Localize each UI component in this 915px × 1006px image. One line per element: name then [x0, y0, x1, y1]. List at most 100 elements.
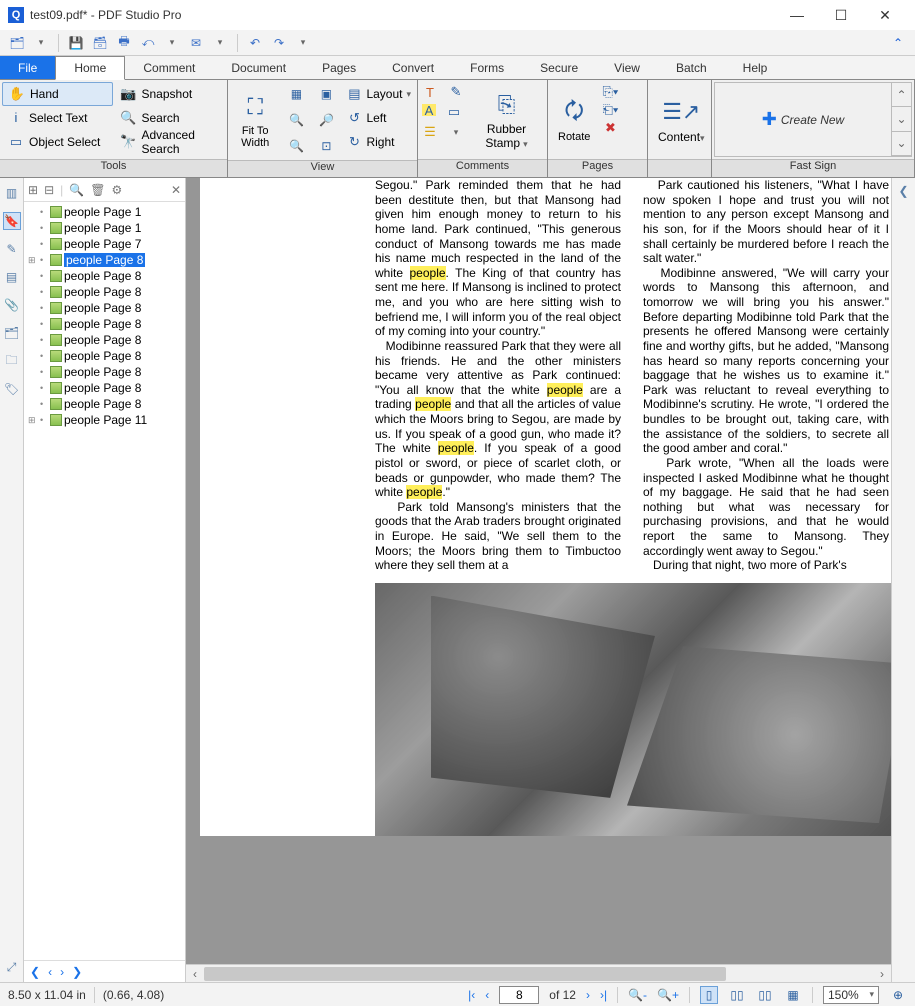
find-bookmark-icon[interactable]: 🔍	[69, 183, 84, 197]
panel-prev-icon[interactable]: ‹	[48, 965, 52, 979]
options-icon[interactable]: ⚙	[111, 183, 122, 197]
bookmarks-panel-icon[interactable]: 🔖	[3, 212, 21, 230]
save-icon[interactable]: 💾	[65, 33, 87, 53]
undo-icon[interactable]: ↶	[244, 33, 266, 53]
menu-view[interactable]: View	[596, 56, 658, 79]
facing-continuous-view-icon[interactable]: ▦	[784, 986, 802, 1004]
select-text-tool[interactable]: ᎥSelect Text	[2, 106, 113, 130]
delete-bookmark-icon[interactable]: 🗑	[90, 183, 105, 197]
bookmark-item[interactable]: •people Page 8	[24, 316, 185, 332]
panel-next-icon[interactable]: ›	[60, 965, 64, 979]
bookmark-item[interactable]: •people Page 8	[24, 268, 185, 284]
bookmark-item[interactable]: •people Page 1	[24, 220, 185, 236]
minimize-button[interactable]: —	[775, 1, 819, 29]
collapse-ribbon-icon[interactable]: ⌃	[893, 36, 909, 50]
menu-document[interactable]: Document	[213, 56, 304, 79]
pencil-icon[interactable]: ✎	[448, 84, 464, 100]
layers-panel-icon[interactable]: ▤	[3, 268, 21, 286]
scroll-left-icon[interactable]: ‹	[186, 967, 204, 981]
menu-file[interactable]: File	[0, 56, 55, 79]
bookmark-item[interactable]: •people Page 8	[24, 348, 185, 364]
bookmark-item[interactable]: •people Page 8	[24, 300, 185, 316]
history-dropdown-icon[interactable]: ▾	[292, 33, 314, 53]
signatures-panel-icon[interactable]: ✎	[3, 240, 21, 258]
single-page-view-icon[interactable]: ▯	[700, 986, 718, 1004]
close-button[interactable]: ✕	[863, 1, 907, 29]
pan-zoom-icon[interactable]: ⊡	[312, 134, 340, 158]
delete-page-icon[interactable]: ✖	[602, 120, 618, 136]
bookmark-tree[interactable]: •people Page 1•people Page 1•people Page…	[24, 202, 185, 960]
actual-size-icon[interactable]: ▦	[282, 82, 310, 106]
scroll-thumb[interactable]	[204, 967, 726, 981]
tags-panel-icon[interactable]: 🏷	[3, 380, 21, 398]
first-page-icon[interactable]: |‹	[468, 988, 475, 1002]
panel-last-icon[interactable]: ❯	[72, 965, 82, 979]
redo-icon[interactable]: ↷	[268, 33, 290, 53]
zoom-out-icon[interactable]: 🔍-	[628, 988, 647, 1002]
menu-pages[interactable]: Pages	[304, 56, 374, 79]
menu-convert[interactable]: Convert	[374, 56, 452, 79]
revert-dropdown-icon[interactable]: ▾	[161, 33, 183, 53]
content-button[interactable]: ☰↗ Content▾	[650, 82, 713, 157]
bookmark-item[interactable]: •people Page 8	[24, 332, 185, 348]
panel-first-icon[interactable]: ❮	[30, 965, 40, 979]
print-icon[interactable]: 🖶	[113, 33, 135, 53]
zoom-in-icon[interactable]: 🔍	[282, 108, 310, 132]
open-icon[interactable]: 🗂	[6, 33, 28, 53]
rotate-button[interactable]: 🗘 Rotate	[550, 82, 598, 157]
layout-button[interactable]: ▤Layout▾	[342, 82, 415, 106]
scroll-right-icon[interactable]: ›	[873, 967, 891, 981]
maximize-button[interactable]: ☐	[819, 1, 863, 29]
menu-forms[interactable]: Forms	[452, 56, 522, 79]
bookmark-item[interactable]: •people Page 1	[24, 204, 185, 220]
fit-icon[interactable]: ⊕	[889, 986, 907, 1004]
menu-secure[interactable]: Secure	[522, 56, 596, 79]
fit-width-button[interactable]: ⛶ Fit To Width	[230, 82, 280, 158]
loupe-icon[interactable]: 🔍	[282, 134, 310, 158]
menu-help[interactable]: Help	[725, 56, 786, 79]
collapse-all-icon[interactable]: ⊟	[44, 183, 54, 197]
fastsign-up-icon[interactable]: ⌃	[891, 83, 911, 107]
fastsign-more-icon[interactable]: ⌄	[891, 132, 911, 156]
last-page-icon[interactable]: ›|	[600, 988, 607, 1002]
rotate-left-button[interactable]: ↺Left	[342, 106, 415, 130]
right-collapse-icon[interactable]: ❮	[898, 184, 908, 198]
document-viewport[interactable]: Segou." Park reminded them that he had b…	[186, 178, 891, 982]
dropdown-icon[interactable]: ▾	[448, 124, 464, 140]
prev-page-icon[interactable]: ‹	[485, 988, 489, 1002]
bookmark-item[interactable]: •people Page 8	[24, 380, 185, 396]
destinations-panel-icon[interactable]: 🗀	[3, 352, 21, 370]
menu-home[interactable]: Home	[55, 56, 125, 80]
horizontal-scrollbar[interactable]: ‹ ›	[186, 964, 891, 982]
object-select-tool[interactable]: ▭Object Select	[2, 130, 113, 154]
facing-view-icon[interactable]: ▯▯	[756, 986, 774, 1004]
page-number-input[interactable]	[499, 986, 539, 1004]
insert-icon[interactable]: ⎗▾	[602, 102, 618, 118]
rect-icon[interactable]: ▭	[446, 104, 462, 120]
bookmark-item[interactable]: •people Page 7	[24, 236, 185, 252]
bookmark-item[interactable]: ⊞•people Page 8	[24, 252, 185, 268]
zoom-in-icon[interactable]: 🔍+	[657, 988, 679, 1002]
advanced-search-tool[interactable]: 🔭Advanced Search	[115, 130, 226, 154]
zoom-out-icon[interactable]: 🔎	[312, 108, 340, 132]
close-panel-icon[interactable]: ✕	[171, 183, 181, 197]
menu-comment[interactable]: Comment	[125, 56, 213, 79]
hand-tool[interactable]: ✋Hand	[2, 82, 113, 106]
expand-all-icon[interactable]: ⊞	[28, 183, 38, 197]
comments-panel-icon[interactable]: 🗂	[3, 324, 21, 342]
save-all-icon[interactable]: 🗃	[89, 33, 111, 53]
text-annotation-icon[interactable]: T	[422, 84, 438, 100]
fastsign-create-button[interactable]: ✚Create New	[715, 83, 891, 156]
snapshot-tool[interactable]: 📷Snapshot	[115, 82, 226, 106]
expand-panel-icon[interactable]: ⤢	[3, 958, 21, 976]
menu-batch[interactable]: Batch	[658, 56, 725, 79]
fit-page-icon[interactable]: ▣	[312, 82, 340, 106]
next-page-icon[interactable]: ›	[586, 988, 590, 1002]
bookmark-item[interactable]: ⊞•people Page 11	[24, 412, 185, 428]
mail-icon[interactable]: ✉	[185, 33, 207, 53]
zoom-select[interactable]: 150%▾	[823, 986, 879, 1004]
highlight-icon[interactable]: A	[422, 104, 436, 116]
bookmark-item[interactable]: •people Page 8	[24, 396, 185, 412]
open-dropdown-icon[interactable]: ▾	[30, 33, 52, 53]
attachments-panel-icon[interactable]: 📎	[3, 296, 21, 314]
